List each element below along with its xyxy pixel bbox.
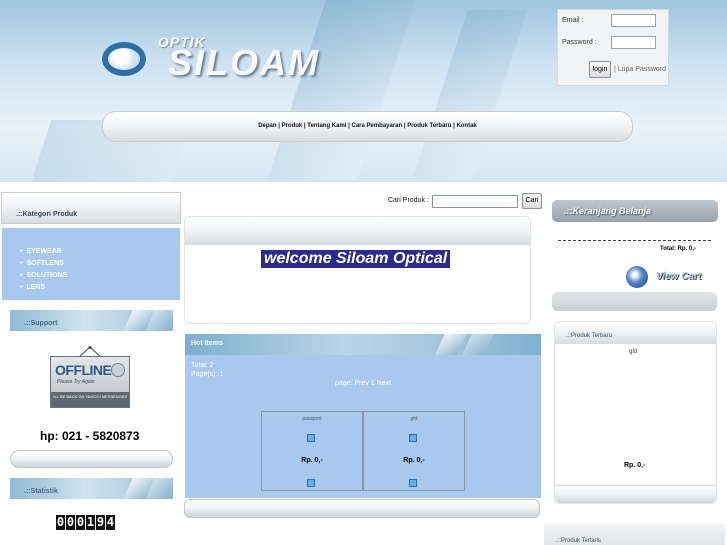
product-price: Rp. 0,- [301,457,323,464]
visitor-counter: 0 0 0 1 9 4 [56,515,115,530]
forgot-password-link[interactable]: | Lupa Password [614,66,666,73]
category-link[interactable]: EYEWEAR [20,246,67,258]
offline-word: OFFLINE [55,362,112,378]
logo-name: SILOAM [168,42,320,83]
prism-decoration [462,334,494,355]
hot-items-panel: Total: 2 Page(s): 1 page: Prev 1 Next pa… [185,355,541,498]
search-input[interactable] [432,195,518,208]
counter-digit: 4 [106,515,115,530]
produk-terbaru-title: .::Produk Terbaru [566,333,612,339]
password-field[interactable] [611,36,656,49]
product-image-icon[interactable] [409,434,417,442]
hot-items-total: Total: 2 [191,362,214,369]
view-cart-link[interactable]: View Cart [656,271,701,282]
kategori-list: EYEWEAR SOFTLENS SOLUTIONS LENS [2,228,180,300]
crystal-decoration [267,0,423,180]
header-banner: OPTIK SILOAM Email : Password : login | … [0,0,727,182]
cart-divider [558,240,711,241]
counter-digit: 1 [86,515,95,530]
counter-digit: 0 [66,515,75,530]
cart-footer [552,292,717,311]
search-label: Cari Produk : [388,197,429,204]
buy-icon[interactable] [307,479,315,487]
cart-title: .::Keranjang Belanja [564,206,652,216]
counter-digit: 9 [96,515,105,530]
product-card[interactable]: gfd Rp. 0,- [363,411,465,491]
main-nav[interactable]: Depan | Produk | Tentang Kami | Cara Pem… [102,111,633,142]
produk-terlaris-title: .::Produk Terlaris [556,538,601,544]
hot-items-header: Hot Items [185,334,541,355]
offline-subtitle: Please Try Again [57,379,95,385]
page: OPTIK SILOAM Email : Password : login | … [0,0,727,545]
email-field[interactable] [611,14,656,27]
statistik-header: .::Statistik [10,478,173,499]
welcome-panel: welcome Siloam Optical [184,216,531,324]
login-form: Email : Password : login | Lupa Password [557,9,669,86]
pagination[interactable]: page: Prev 1 Next [335,380,391,387]
product-card[interactable]: passport Rp. 0,- [261,411,363,491]
offline-status-badge[interactable]: OFFLINE Please Try Again I'LL BE BACK ON… [50,356,130,408]
welcome-panel-header [185,217,530,245]
offline-note: I'LL BE BACK ON YAHOO! MESSENGER [51,392,129,407]
hot-items-title: Hot Items [191,340,223,347]
welcome-marquee: welcome Siloam Optical [261,250,451,268]
produk-terbaru-footer [555,485,716,503]
login-button[interactable]: login [589,61,611,78]
produk-terlaris-header: .::Produk Terlaris [544,524,725,545]
email-label: Email : [562,17,584,24]
statistik-title: .::Statistik [24,488,58,495]
hot-items-pages: Page(s): 1 [191,371,224,378]
crystal-decoration [412,10,528,180]
support-title: .::Support [24,320,58,327]
cart-header: .::Keranjang Belanja [552,200,718,222]
support-phone: hp: 021 - 5820873 [40,429,140,443]
kategori-title: .::Kategori Produk [16,211,78,218]
product-grid: passport Rp. 0,- gfd Rp. 0,- [261,411,465,491]
produk-terbaru-price: Rp. 0,- [624,462,646,469]
password-label: Password : [562,39,597,46]
kategori-header: .::Kategori Produk [1,192,181,224]
support-header: .::Support [10,310,173,331]
hot-items-footer [184,499,540,518]
support-footer [10,450,173,468]
product-name[interactable]: gfd [364,416,464,422]
messenger-icon [111,363,125,377]
product-price: Rp. 0,- [403,457,425,464]
cart-globe-icon[interactable] [626,266,648,288]
counter-digit: 0 [56,515,65,530]
category-link[interactable]: SOFTLENS [20,258,67,270]
produk-terbaru-panel: .::Produk Terbaru gfd Rp. 0,- [554,321,717,504]
category-link[interactable]: LENS [20,282,67,294]
logo-ring-icon [102,42,146,76]
product-image-icon[interactable] [307,434,315,442]
site-logo[interactable]: OPTIK SILOAM [102,34,342,86]
produk-terbaru-name[interactable]: gfd [629,349,637,355]
produk-terbaru-header: .::Produk Terbaru [555,322,716,344]
cart-total: Total: Rp. 0,- [660,246,696,252]
category-link[interactable]: SOLUTIONS [20,270,67,282]
search-button[interactable]: Cari [522,193,542,209]
counter-digit: 0 [76,515,85,530]
product-name[interactable]: passport [262,416,362,422]
buy-icon[interactable] [409,479,417,487]
